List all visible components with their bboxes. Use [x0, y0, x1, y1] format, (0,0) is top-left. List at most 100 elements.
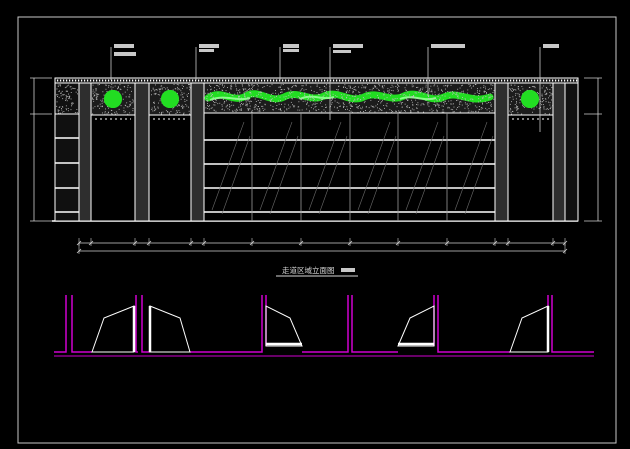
stone-speck [69, 86, 71, 88]
stone-speck [254, 105, 256, 107]
stone-speck [154, 107, 155, 109]
plan-wall-segment [302, 295, 349, 353]
stone-speck [155, 92, 157, 94]
stone-speck [415, 99, 417, 101]
stone-speck [402, 94, 404, 96]
stone-speck [482, 107, 484, 109]
stone-speck [249, 89, 251, 91]
stone-speck [118, 108, 120, 110]
stone-speck [210, 93, 212, 95]
stone-speck [153, 93, 155, 95]
stone-speck [377, 103, 378, 105]
trim-dot [336, 79, 338, 82]
stone-speck [417, 86, 419, 88]
stone-speck [370, 99, 372, 101]
stone-speck [300, 93, 301, 94]
stone-speck [304, 95, 306, 96]
stone-speck [247, 99, 249, 101]
stone-speck [304, 93, 305, 95]
stone-speck [76, 112, 78, 113]
stone-speck [239, 89, 241, 91]
trim-dot [300, 79, 302, 82]
stone-speck [152, 110, 154, 112]
stone-speck [160, 88, 161, 90]
stone-speck [153, 102, 154, 103]
stone-speck [108, 85, 110, 86]
stone-speck [107, 111, 109, 113]
stone-speck [217, 103, 219, 105]
stone-speck [450, 91, 452, 93]
stone-speck [92, 91, 94, 93]
stone-speck [92, 84, 94, 86]
stone-speck [436, 104, 438, 106]
stone-speck [127, 113, 129, 115]
stone-speck [165, 110, 167, 112]
stone-speck [313, 108, 314, 110]
stone-speck [284, 103, 286, 105]
trim-dot [201, 79, 203, 82]
stone-speck [289, 93, 291, 95]
trim-dot [357, 79, 359, 82]
trim-dot [138, 79, 140, 82]
stone-speck [274, 96, 276, 98]
trim-dot [255, 79, 257, 82]
stone-speck [405, 110, 406, 112]
stone-speck [92, 107, 94, 109]
stone-speck [97, 84, 99, 86]
stone-speck [74, 88, 76, 90]
stone-speck [514, 89, 516, 90]
stone-speck [251, 111, 253, 113]
stone-speck [305, 89, 307, 90]
stone-speck [265, 98, 267, 99]
stone-speck [409, 94, 410, 96]
stone-speck [490, 84, 492, 86]
stone-speck [374, 111, 376, 113]
stone-speck [433, 104, 435, 105]
stone-speck [206, 98, 208, 99]
stone-speck [486, 102, 488, 104]
trim-dot [441, 79, 443, 82]
stone-speck [484, 101, 486, 103]
stone-speck [158, 88, 160, 90]
stone-speck [544, 91, 545, 93]
drawing-title: 走道区域立面图 [282, 265, 335, 275]
stone-speck [389, 109, 391, 111]
stone-speck [447, 84, 449, 86]
stone-speck [188, 110, 190, 112]
stone-speck [541, 87, 543, 89]
trim-dot [549, 79, 551, 82]
stone-speck [363, 86, 365, 88]
trim-dot [141, 79, 143, 82]
stone-speck [349, 104, 351, 106]
stone-speck [413, 85, 415, 87]
stone-speck [163, 87, 165, 88]
stone-speck [372, 105, 374, 107]
stone-speck [393, 98, 395, 100]
stone-speck [490, 104, 492, 106]
trim-dot [192, 79, 194, 82]
stone-speck [437, 89, 439, 91]
stone-speck [411, 101, 413, 103]
trim-dot [447, 79, 449, 82]
stone-speck [416, 87, 417, 88]
cad-drawing-canvas: 走道区域立面图 [0, 0, 630, 449]
stone-speck [442, 99, 444, 101]
stone-speck [404, 87, 406, 89]
stone-speck [455, 94, 457, 95]
stone-speck [475, 111, 477, 113]
stone-speck [321, 111, 323, 113]
stone-speck [59, 112, 61, 114]
stone-speck [278, 86, 280, 88]
stone-speck [435, 105, 436, 107]
trim-dot [207, 79, 209, 82]
stone-speck [65, 98, 67, 100]
stone-speck [105, 108, 106, 110]
stone-speck [363, 102, 365, 104]
stone-speck [124, 86, 126, 88]
stone-speck [235, 84, 237, 86]
pillar [190, 82, 205, 222]
stone-speck [326, 96, 328, 98]
stone-speck [545, 87, 547, 88]
stone-speck [437, 87, 439, 89]
plan-wall-segment [437, 295, 510, 353]
